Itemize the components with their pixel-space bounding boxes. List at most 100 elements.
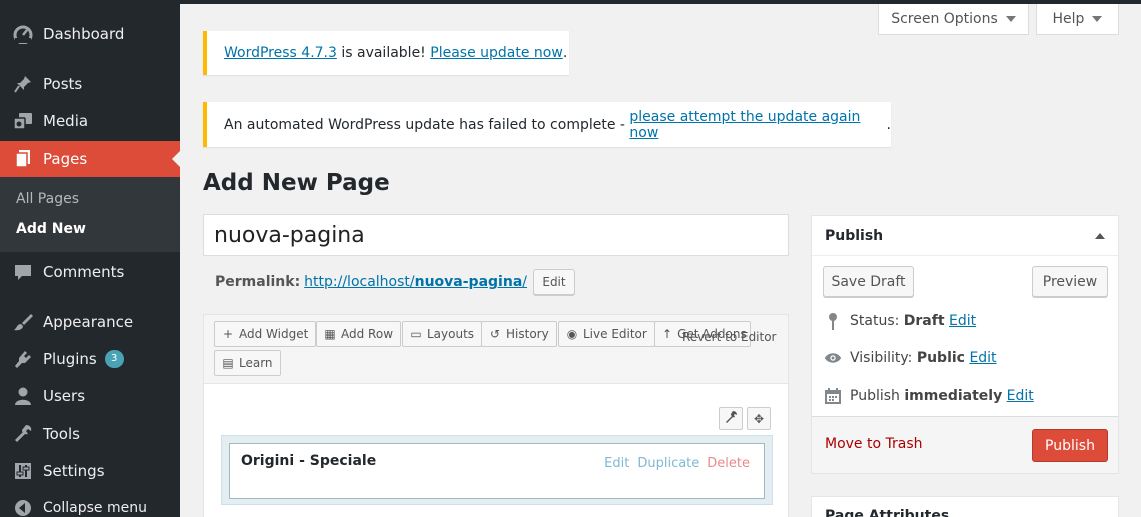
upload-icon: ↑ — [662, 327, 673, 341]
update-available-notice: WordPress 4.7.3 is available! Please upd… — [203, 31, 569, 75]
visibility-row: Visibility: Public Edit — [824, 350, 997, 366]
permalink-label: Permalink: — [215, 274, 301, 290]
sidebar-item-label: Pages — [43, 150, 88, 168]
submenu-add-new[interactable]: Add New — [16, 221, 86, 237]
retry-update-link[interactable]: please attempt the update again now — [629, 109, 886, 141]
publish-box-header[interactable]: Publish — [812, 216, 1118, 256]
layout-icon: ▭ — [410, 327, 422, 341]
widget-duplicate-link[interactable]: Duplicate — [637, 456, 699, 471]
publish-time-row: Publish immediately Edit — [824, 387, 1034, 405]
builder-toolbar: + Add Widget ▦ Add Row ▭ Layouts ↺ Histo… — [204, 315, 788, 384]
comment-icon — [12, 261, 34, 283]
status-row: Status: Draft Edit — [824, 312, 976, 330]
publish-box-title: Publish — [825, 227, 884, 244]
row-settings-button[interactable] — [719, 407, 743, 430]
collapse-icon — [12, 497, 34, 517]
edit-status-link[interactable]: Edit — [949, 313, 976, 329]
page-title-input[interactable]: nuova-pagina — [203, 214, 789, 256]
brush-icon — [12, 311, 34, 333]
layouts-button[interactable]: ▭ Layouts — [402, 321, 483, 347]
collapse-menu-button[interactable]: Collapse menu — [0, 490, 180, 517]
widget-card[interactable]: Origini - Speciale Edit Duplicate Delete — [229, 443, 765, 499]
save-draft-button[interactable]: Save Draft — [823, 266, 914, 297]
live-editor-button[interactable]: ◉ Live Editor — [558, 321, 655, 347]
sidebar-item-appearance[interactable]: Appearance — [0, 304, 180, 340]
layouts-label: Layouts — [427, 327, 475, 341]
move-to-trash-link[interactable]: Move to Trash — [825, 436, 923, 452]
chevron-down-icon — [1005, 16, 1016, 22]
revert-to-editor-link[interactable]: Revert to Editor — [682, 330, 777, 344]
permalink-row: Permalink: http://localhost/nuova-pagina… — [215, 269, 575, 295]
sidebar-item-settings[interactable]: Settings — [0, 453, 180, 489]
plus-icon: + — [222, 327, 234, 341]
pages-submenu: All Pages Add New — [0, 177, 180, 252]
widget-edit-link[interactable]: Edit — [604, 456, 629, 471]
pin-icon — [824, 312, 842, 330]
wordpress-version-link[interactable]: WordPress 4.7.3 — [224, 45, 337, 61]
permalink-end: / — [522, 274, 527, 290]
visibility-label: Visibility: — [850, 350, 913, 366]
plugin-update-count-badge: 3 — [104, 350, 124, 368]
widget-delete-link[interactable]: Delete — [707, 456, 750, 471]
sidebar-item-posts[interactable]: Posts — [0, 66, 180, 102]
add-widget-label: Add Widget — [239, 327, 309, 341]
help-label: Help — [1052, 11, 1085, 27]
admin-sidebar: Dashboard Posts Media Pages All Pages Ad… — [0, 0, 180, 517]
row-move-handle[interactable]: ✥ — [747, 407, 771, 430]
dashboard-icon — [12, 23, 34, 45]
help-button[interactable]: Help — [1036, 4, 1119, 35]
sidebar-item-label: Tools — [43, 425, 80, 443]
preview-button[interactable]: Preview — [1032, 266, 1108, 297]
publish-button[interactable]: Publish — [1032, 429, 1108, 462]
widget-actions: Edit Duplicate Delete — [604, 456, 750, 471]
calendar-icon — [824, 387, 842, 405]
permalink-link[interactable]: http://localhost/nuova-pagina/ — [304, 274, 527, 290]
screen-options-label: Screen Options — [891, 11, 998, 27]
live-editor-label: Live Editor — [583, 327, 647, 341]
sidebar-item-tools[interactable]: Tools — [0, 416, 180, 452]
history-button[interactable]: ↺ History — [481, 321, 557, 347]
visibility-value: Public — [916, 350, 965, 366]
edit-visibility-link[interactable]: Edit — [969, 350, 996, 366]
sidebar-item-label: Plugins — [43, 350, 97, 368]
media-icon — [12, 110, 34, 132]
sidebar-item-users[interactable]: Users — [0, 378, 180, 414]
notice-text-end: . — [562, 45, 568, 61]
eye-icon: ◉ — [566, 327, 578, 341]
notice-text-end: . — [886, 116, 891, 133]
add-row-label: Add Row — [341, 327, 394, 341]
page-title: Add New Page — [203, 170, 390, 196]
sidebar-item-label: Users — [43, 387, 86, 405]
sidebar-item-label: Collapse menu — [43, 500, 147, 516]
edit-permalink-button[interactable]: Edit — [532, 269, 575, 295]
widget-title: Origini - Speciale — [241, 453, 377, 469]
edit-publish-time-link[interactable]: Edit — [1007, 388, 1034, 404]
pages-icon — [12, 148, 34, 170]
add-row-button[interactable]: ▦ Add Row — [316, 321, 402, 347]
publish-time-value: immediately — [904, 388, 1003, 404]
screen-options-button[interactable]: Screen Options — [878, 4, 1029, 35]
history-icon: ↺ — [489, 327, 501, 341]
sidebar-item-pages[interactable]: Pages — [0, 141, 180, 177]
sidebar-item-dashboard[interactable]: Dashboard — [0, 16, 180, 52]
sidebar-item-comments[interactable]: Comments — [0, 254, 180, 290]
publish-label: Publish — [850, 388, 900, 404]
sidebar-item-plugins[interactable]: Plugins 3 — [0, 341, 180, 377]
sidebar-item-media[interactable]: Media — [0, 103, 180, 139]
wrench-icon — [12, 423, 34, 445]
page-attributes-box[interactable]: Page Attributes — [811, 496, 1119, 517]
settings-icon — [12, 460, 34, 482]
notice-text: is available! — [336, 45, 431, 61]
publish-actions: Move to Trash Publish — [812, 416, 1118, 473]
update-now-link[interactable]: Please update now — [430, 45, 563, 61]
add-widget-button[interactable]: + Add Widget — [214, 321, 317, 347]
chevron-down-icon — [1092, 16, 1103, 22]
plugin-icon — [12, 348, 34, 370]
learn-button[interactable]: ▤ Learn — [214, 350, 281, 376]
collapse-arrow-icon[interactable] — [1095, 232, 1105, 239]
sidebar-item-label: Settings — [43, 462, 105, 480]
submenu-all-pages[interactable]: All Pages — [16, 191, 79, 207]
move-icon: ✥ — [753, 411, 765, 426]
builder-row-cell: Origini - Speciale Edit Duplicate Delete — [221, 435, 773, 505]
status-label: Status: — [850, 313, 900, 329]
